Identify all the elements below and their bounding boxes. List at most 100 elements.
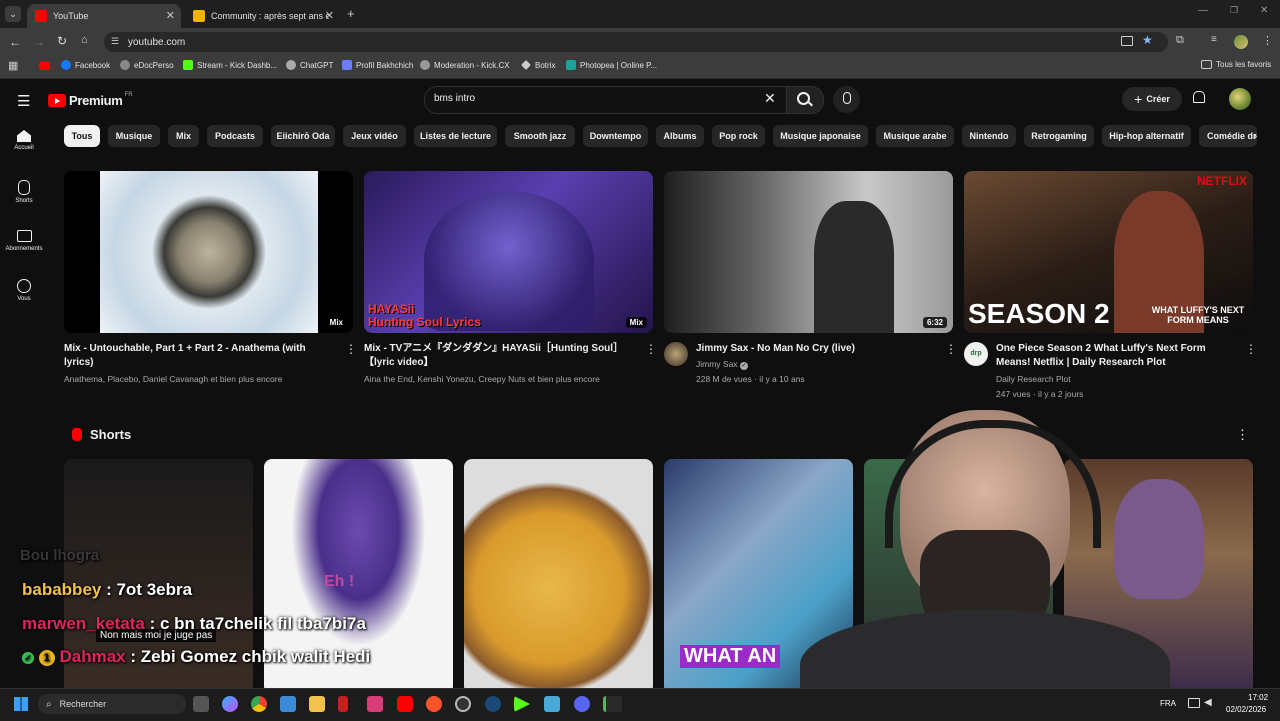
volume-icon[interactable]: ◀ bbox=[1204, 697, 1212, 708]
bookmark-profil-bakhchich[interactable]: Profil Bakhchich bbox=[342, 60, 413, 70]
reload-icon[interactable]: ↻ bbox=[57, 34, 67, 48]
home-browser-icon[interactable]: ⌂ bbox=[81, 34, 88, 46]
tab-community[interactable]: Community : après sept ans d'a ✕ bbox=[185, 4, 340, 28]
chip-pop-rock[interactable]: Pop rock bbox=[712, 125, 765, 147]
clock-time[interactable]: 17:02 bbox=[1248, 693, 1268, 702]
video-title[interactable]: Jimmy Sax - No Man No Cry (live) bbox=[696, 342, 936, 356]
bookmark-chatgpt[interactable]: ChatGPT bbox=[286, 60, 333, 70]
chip-podcasts[interactable]: Podcasts bbox=[207, 125, 263, 147]
bookmark-botrix[interactable]: Botrix bbox=[521, 60, 555, 70]
window-restore-icon[interactable]: ❐ bbox=[1230, 5, 1238, 16]
address-bar[interactable] bbox=[104, 32, 1168, 52]
search-button[interactable] bbox=[786, 86, 824, 114]
all-bookmarks-folder[interactable]: Tous les favoris bbox=[1201, 60, 1271, 69]
chip-arabe[interactable]: Musique arabe bbox=[876, 125, 954, 147]
channel-avatar[interactable] bbox=[664, 342, 688, 366]
video-title[interactable]: Mix - Untouchable, Part 1 + Part 2 - Ana… bbox=[64, 342, 324, 370]
obs-icon[interactable] bbox=[455, 696, 471, 712]
app-red-icon[interactable] bbox=[338, 696, 348, 712]
chip-jeux-video[interactable]: Jeux vidéo bbox=[343, 125, 406, 147]
youtube-bookmark-icon[interactable] bbox=[39, 62, 50, 70]
shorts-menu-icon[interactable]: ⋮ bbox=[1236, 427, 1249, 443]
chip-oda[interactable]: Eiichirō Oda bbox=[271, 125, 335, 147]
apps-grid-icon[interactable]: ▦ bbox=[8, 59, 18, 72]
tab-search-button[interactable]: ⌄ bbox=[5, 6, 21, 22]
cast-icon[interactable] bbox=[1121, 36, 1133, 46]
sidebar-item-shorts[interactable]: Shorts bbox=[0, 180, 48, 204]
file-explorer-icon[interactable] bbox=[309, 696, 325, 712]
snipping-tool-icon[interactable] bbox=[367, 696, 383, 712]
chip-japonaise[interactable]: Musique japonaise bbox=[773, 125, 868, 147]
voice-search-button[interactable] bbox=[833, 86, 860, 113]
bookmark-star-icon[interactable]: ★ bbox=[1142, 33, 1153, 47]
window-minimize-icon[interactable]: — bbox=[1198, 5, 1208, 16]
video-title[interactable]: One Piece Season 2 What Luffy's Next For… bbox=[996, 342, 1236, 370]
chip-downtempo[interactable]: Downtempo bbox=[583, 125, 648, 147]
search-input[interactable] bbox=[424, 86, 788, 114]
reading-list-icon[interactable]: ≡ bbox=[1211, 34, 1217, 45]
discord-icon[interactable] bbox=[574, 696, 590, 712]
extensions-icon[interactable]: ⧉ bbox=[1176, 34, 1184, 47]
clear-search-icon[interactable]: ✕ bbox=[764, 90, 776, 107]
forward-icon[interactable]: → bbox=[33, 35, 45, 49]
video-menu-icon[interactable]: ⋮ bbox=[345, 342, 357, 356]
network-icon[interactable] bbox=[1188, 698, 1200, 708]
notifications-bell-icon[interactable] bbox=[1193, 91, 1205, 103]
pen-tool-icon[interactable] bbox=[603, 696, 622, 712]
tab-youtube[interactable]: YouTube ✕ bbox=[27, 4, 181, 28]
video-channel[interactable]: Anathema, Placebo, Daniel Cavanagh et bi… bbox=[64, 372, 354, 386]
video-menu-icon[interactable]: ⋮ bbox=[645, 342, 657, 356]
hamburger-menu-icon[interactable]: ☰ bbox=[17, 92, 30, 110]
bookmark-kick-dashboard[interactable]: Stream - Kick Dashb... bbox=[183, 60, 277, 70]
chrome-icon[interactable] bbox=[251, 696, 267, 712]
window-close-icon[interactable]: ✕ bbox=[1260, 5, 1268, 16]
close-tab-icon[interactable]: ✕ bbox=[166, 9, 175, 22]
task-view-icon[interactable] bbox=[193, 696, 209, 712]
chip-listes[interactable]: Listes de lecture bbox=[414, 125, 497, 147]
chips-next-icon[interactable]: › bbox=[1253, 128, 1257, 143]
video-thumbnail-2[interactable]: HAYASii Hunting Soul Lyrics Mix bbox=[364, 171, 653, 333]
video-channel[interactable]: Jimmy Sax ✓ bbox=[696, 357, 748, 371]
video-thumbnail-3[interactable]: 6:32 bbox=[664, 171, 953, 333]
bookmark-facebook[interactable]: Facebook bbox=[61, 60, 110, 70]
channel-avatar[interactable]: drp bbox=[964, 342, 988, 366]
bookmark-edocperso[interactable]: eDocPerso bbox=[120, 60, 174, 70]
taskbar-search[interactable]: ⌕ Rechercher bbox=[38, 694, 186, 714]
close-tab-icon[interactable]: ✕ bbox=[325, 9, 334, 22]
youtube-logo[interactable]: Premium FR bbox=[48, 92, 133, 108]
chip-mix[interactable]: Mix bbox=[168, 125, 199, 147]
sidebar-item-you[interactable]: Vous bbox=[0, 279, 48, 302]
short-thumbnail-3[interactable] bbox=[464, 459, 653, 694]
profile-avatar[interactable] bbox=[1234, 35, 1248, 49]
brave-icon[interactable] bbox=[426, 696, 442, 712]
video-menu-icon[interactable]: ⋮ bbox=[945, 342, 957, 356]
account-avatar[interactable] bbox=[1229, 88, 1251, 110]
chip-retrogaming[interactable]: Retrogaming bbox=[1024, 125, 1094, 147]
windows-start-icon[interactable] bbox=[14, 697, 28, 711]
create-button[interactable]: + Créer bbox=[1122, 87, 1182, 111]
chip-nintendo[interactable]: Nintendo bbox=[962, 125, 1016, 147]
clock-date[interactable]: 02/02/2026 bbox=[1226, 705, 1266, 714]
youtube-taskbar-icon[interactable] bbox=[397, 696, 413, 712]
bookmark-photopea[interactable]: Photopea | Online P... bbox=[566, 60, 657, 70]
sidebar-item-subscriptions[interactable]: Abonnements bbox=[0, 230, 48, 252]
search-query[interactable]: bms intro bbox=[434, 93, 475, 104]
chip-musique[interactable]: Musique bbox=[108, 125, 160, 147]
chip-smooth-jazz[interactable]: Smooth jazz bbox=[505, 125, 575, 147]
video-title[interactable]: Mix - TVアニメ『ダンダダン』HAYASii［Hunting Soul］【… bbox=[364, 342, 634, 370]
video-thumbnail-1[interactable]: Mix bbox=[64, 171, 353, 333]
steam-icon[interactable] bbox=[485, 696, 501, 712]
chip-hiphop[interactable]: Hip-hop alternatif bbox=[1102, 125, 1191, 147]
video-channel[interactable]: Daily Research Plot bbox=[996, 372, 1071, 386]
video-channel[interactable]: Aina the End, Kenshi Yonezu, Creepy Nuts… bbox=[364, 372, 654, 386]
input-language[interactable]: FRA bbox=[1160, 699, 1176, 708]
url-text[interactable]: youtube.com bbox=[128, 37, 185, 48]
chip-comedie[interactable]: Comédie dr bbox=[1199, 125, 1257, 147]
site-info-icon[interactable]: ☰ bbox=[111, 36, 119, 47]
store-icon[interactable] bbox=[280, 696, 296, 712]
video-thumbnail-4[interactable]: NETFLIX SEASON 2 WHAT LUFFY'S NEXT FORM … bbox=[964, 171, 1253, 333]
sidebar-item-home[interactable]: Accueil bbox=[0, 130, 48, 151]
video-menu-icon[interactable]: ⋮ bbox=[1245, 342, 1257, 356]
chip-albums[interactable]: Albums bbox=[656, 125, 704, 147]
copilot-icon[interactable] bbox=[222, 696, 238, 712]
